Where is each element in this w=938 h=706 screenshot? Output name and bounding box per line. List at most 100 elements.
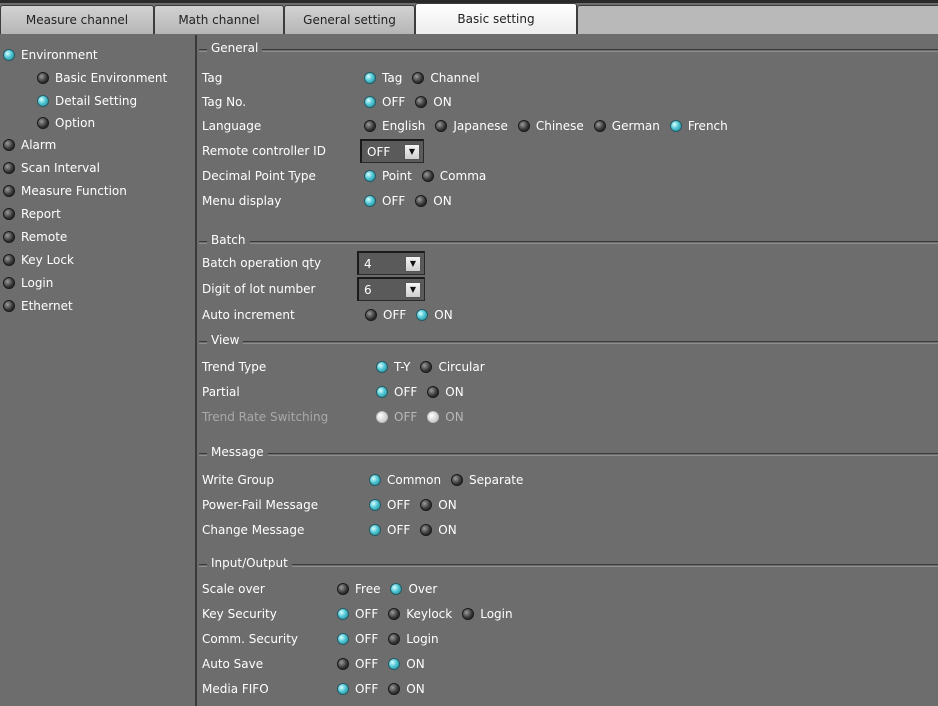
radio-free[interactable]: Free [337, 582, 380, 596]
lot-digits-dropdown[interactable]: 6 ▼ [357, 277, 425, 301]
radio-channel[interactable]: Channel [412, 71, 480, 85]
radio-common[interactable]: Common [369, 473, 441, 487]
tab-basic-setting[interactable]: Basic setting [415, 3, 577, 34]
setting-row-power-fail-message: Power-Fail Message OFF ON [199, 494, 938, 516]
radio-on[interactable]: ON [427, 385, 464, 399]
sidebar-item-key-lock[interactable]: Key Lock [3, 250, 74, 270]
dropdown-value: 6 [364, 282, 372, 297]
radio-t-y[interactable]: T-Y [376, 360, 410, 374]
sidebar-item-environment[interactable]: Environment [3, 45, 98, 65]
radio-english[interactable]: English [364, 119, 425, 133]
sidebar-item-label: Login [21, 276, 54, 290]
radio-comma[interactable]: Comma [421, 169, 487, 183]
sidebar-item-label: Option [55, 116, 96, 130]
radio-icon [337, 658, 349, 670]
radio-label: Over [408, 582, 438, 596]
sidebar-item-login[interactable]: Login [3, 273, 53, 293]
radio-german[interactable]: German [593, 119, 660, 133]
sidebar-item-scan-interval[interactable]: Scan Interval [3, 158, 100, 178]
radio-tag[interactable]: Tag [364, 71, 402, 85]
radio-off[interactable]: OFF [337, 632, 378, 646]
radio-off[interactable]: OFF [369, 523, 410, 537]
sidebar-item-basic-environment[interactable]: Basic Environment [37, 68, 167, 88]
radio-off[interactable]: OFF [365, 308, 406, 322]
chevron-down-icon[interactable]: ▼ [405, 255, 421, 272]
radio-selected-icon [3, 49, 15, 61]
radio-point[interactable]: Point [364, 169, 412, 183]
radio-off[interactable]: OFF [364, 95, 405, 109]
radio-on[interactable]: ON [415, 95, 452, 109]
radio-off[interactable]: OFF [337, 657, 378, 671]
chevron-down-icon[interactable]: ▼ [405, 281, 421, 298]
radio-label: OFF [394, 385, 418, 399]
radio-on[interactable]: ON [388, 657, 425, 671]
tab-label: General setting [303, 13, 396, 27]
radio-selected-icon [369, 474, 381, 486]
radio-selected-icon [337, 683, 349, 695]
radio-label: Comma [439, 169, 487, 183]
sidebar-item-detail-setting[interactable]: Detail Setting [37, 91, 137, 111]
chevron-down-icon[interactable]: ▼ [404, 143, 420, 160]
section-view: View Trend Type T-Y Circular Partial OFF… [199, 333, 938, 441]
sidebar-item-ethernet[interactable]: Ethernet [3, 296, 73, 316]
tab-general-setting[interactable]: General setting [284, 5, 415, 34]
sidebar-item-option[interactable]: Option [37, 113, 95, 133]
radio-off[interactable]: OFF [369, 498, 410, 512]
radio-icon [388, 633, 401, 645]
sidebar-item-report[interactable]: Report [3, 204, 61, 224]
radio-off[interactable]: OFF [376, 385, 417, 399]
radio-separate[interactable]: Separate [451, 473, 523, 487]
radio-group-tag-no: OFF ON [364, 95, 462, 109]
radio-icon [3, 277, 15, 289]
radio-login[interactable]: Login [388, 632, 439, 646]
sidebar-item-alarm[interactable]: Alarm [3, 135, 56, 155]
radio-label: OFF [355, 632, 379, 646]
radio-on[interactable]: ON [420, 498, 457, 512]
radio-keylock[interactable]: Keylock [388, 607, 452, 621]
setting-label: Write Group [202, 473, 275, 487]
radio-selected-icon [669, 120, 682, 132]
radio-on[interactable]: ON [416, 308, 453, 322]
sidebar-item-label: Detail Setting [55, 94, 138, 108]
radio-label: OFF [387, 523, 411, 537]
radio-over[interactable]: Over [390, 582, 437, 596]
radio-label: ON [445, 385, 464, 399]
radio-on[interactable]: ON [415, 194, 452, 208]
sidebar-item-measure-function[interactable]: Measure Function [3, 181, 127, 201]
radio-chinese[interactable]: Chinese [517, 119, 584, 133]
setting-label: Decimal Point Type [202, 169, 316, 183]
radio-japanese[interactable]: Japanese [435, 119, 508, 133]
radio-login[interactable]: Login [462, 607, 513, 621]
setting-label: Comm. Security [202, 632, 299, 646]
radio-label: Japanese [453, 119, 508, 133]
sidebar-item-label: Scan Interval [21, 161, 100, 175]
batch-qty-dropdown[interactable]: 4 ▼ [357, 251, 425, 275]
radio-selected-icon [376, 386, 388, 398]
setting-label: Menu display [202, 194, 282, 208]
radio-circular[interactable]: Circular [420, 360, 485, 374]
tab-bar: Measure channel Math channel General set… [0, 3, 938, 34]
radio-group-partial: OFF ON [376, 385, 474, 399]
radio-off[interactable]: OFF [337, 607, 378, 621]
radio-label: ON [438, 523, 457, 537]
radio-group-tag: Tag Channel [364, 71, 490, 85]
setting-row-partial: Partial OFF ON [199, 381, 938, 403]
setting-label: Media FIFO [202, 682, 269, 696]
radio-group-auto-increment: OFF ON [365, 308, 463, 322]
radio-on[interactable]: ON [388, 682, 425, 696]
setting-row-language: Language English Japanese Chinese German… [199, 115, 938, 137]
radio-selected-icon [390, 583, 403, 595]
sidebar-item-label: Report [21, 207, 61, 221]
setting-label: Remote controller ID [202, 144, 326, 158]
radio-on[interactable]: ON [420, 523, 457, 537]
radio-off[interactable]: OFF [364, 194, 405, 208]
tab-measure-channel[interactable]: Measure channel [0, 5, 154, 34]
radio-off[interactable]: OFF [337, 682, 378, 696]
tab-math-channel[interactable]: Math channel [154, 5, 284, 34]
remote-id-dropdown[interactable]: OFF ▼ [360, 139, 424, 163]
radio-label: ON [433, 194, 452, 208]
radio-icon [435, 120, 448, 132]
sidebar-item-remote[interactable]: Remote [3, 227, 67, 247]
radio-french[interactable]: French [669, 119, 728, 133]
radio-icon [37, 72, 49, 84]
